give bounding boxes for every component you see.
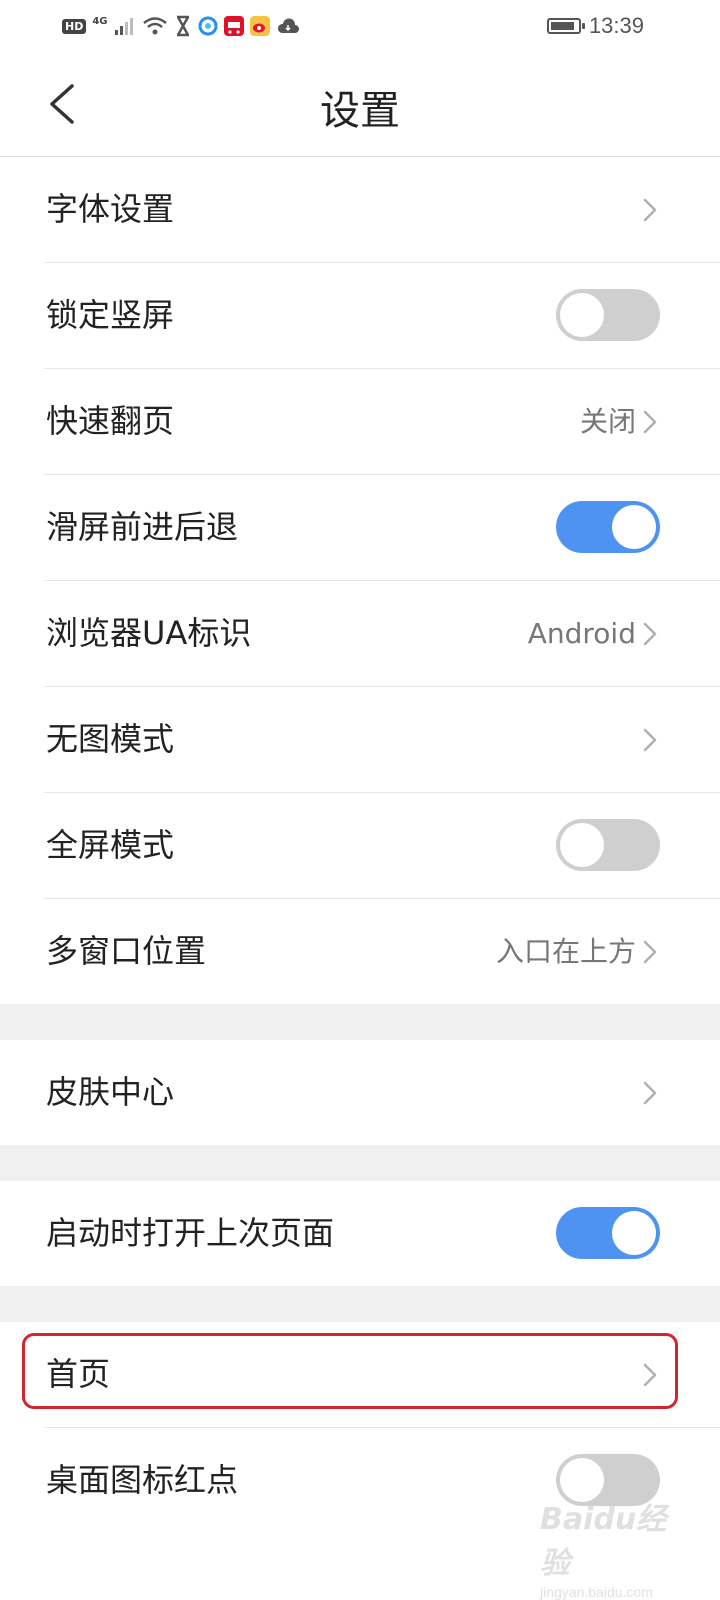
setting-label: 锁定竖屏 [46, 296, 175, 334]
status-bar: HD 4G 13:39 [0, 0, 720, 52]
setting-row[interactable]: 全屏模式 [44, 793, 720, 899]
setting-row[interactable]: 皮肤中心 [44, 1040, 720, 1145]
setting-row[interactable]: 滑屏前进后退 [44, 475, 720, 581]
toggle-switch[interactable] [556, 1207, 660, 1259]
chevron-right-icon [643, 410, 657, 434]
status-right: 13:39 [546, 12, 644, 40]
network-type: 4G [92, 15, 108, 27]
signal-icon [114, 18, 133, 35]
toggle-knob [560, 823, 604, 867]
toggle-switch[interactable] [556, 501, 660, 553]
setting-label: 滑屏前进后退 [46, 508, 239, 546]
section-divider [0, 1145, 720, 1181]
setting-value: Android [527, 617, 636, 650]
toggle-knob [612, 1211, 656, 1255]
toggle-knob [560, 293, 604, 337]
setting-row[interactable]: 快速翻页 关闭 [44, 369, 720, 475]
cloud-icon [277, 18, 299, 33]
watermark-url: jingyan.baidu.com [540, 1584, 653, 1600]
setting-label: 字体设置 [46, 190, 175, 228]
chevron-right-icon [643, 940, 657, 964]
setting-row[interactable]: 无图模式 [44, 687, 720, 793]
settings-list: 字体设置锁定竖屏快速翻页 关闭滑屏前进后退 浏览器UA标识 Android 无图模式全屏… [0, 157, 720, 1533]
setting-label: 多窗口位置 [46, 932, 207, 970]
setting-label: 快速翻页 [46, 402, 175, 440]
setting-label: 浏览器UA标识 [46, 614, 252, 652]
setting-row[interactable]: 锁定竖屏 [44, 263, 720, 369]
status-icons: HD 4G [62, 12, 300, 40]
chevron-right-icon [643, 622, 657, 646]
section-divider [0, 1286, 720, 1322]
highlight-frame [22, 1333, 678, 1409]
clock: 13:39 [588, 13, 644, 38]
chevron-right-icon [643, 198, 657, 222]
hd-badge: HD [62, 18, 87, 34]
toggle-switch[interactable] [556, 819, 660, 871]
setting-row[interactable]: 启动时打开上次页面 [44, 1181, 720, 1286]
page-title: 设置 [320, 88, 400, 134]
setting-label: 无图模式 [46, 720, 175, 758]
watermark: Baidu经验 jingyan.baidu.com [540, 1494, 690, 1600]
header: 设置 [0, 52, 720, 157]
setting-row[interactable]: 浏览器UA标识 Android [44, 581, 720, 687]
setting-row[interactable]: 字体设置 [44, 157, 720, 263]
setting-label: 桌面图标红点 [46, 1461, 239, 1499]
battery-icon [546, 18, 585, 34]
watermark-logo: Baidu经验 [540, 1502, 667, 1581]
setting-value: 关闭 [579, 405, 636, 438]
setting-label: 启动时打开上次页面 [46, 1214, 335, 1252]
hourglass-icon [176, 15, 189, 37]
toggle-knob [612, 505, 656, 549]
wifi-icon [142, 17, 167, 35]
toggle-switch[interactable] [556, 289, 660, 341]
tmall-icon [223, 16, 244, 36]
setting-label: 全屏模式 [46, 826, 175, 864]
weibo-icon [249, 16, 270, 36]
setting-label: 皮肤中心 [46, 1073, 175, 1111]
chevron-right-icon [643, 1081, 657, 1105]
browser-icon [198, 16, 218, 36]
setting-row[interactable]: 多窗口位置 入口在上方 [44, 899, 720, 1004]
setting-value: 入口在上方 [495, 935, 636, 968]
section-divider [0, 1004, 720, 1040]
chevron-right-icon [643, 728, 657, 752]
